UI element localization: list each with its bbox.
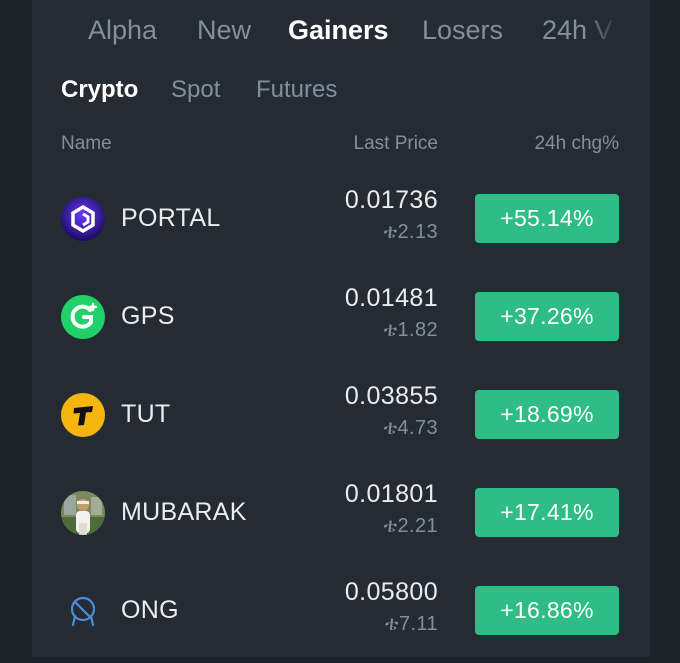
fiat-price: ቴ4.73 <box>383 417 438 439</box>
column-header-last-price[interactable]: Last Price <box>354 132 438 156</box>
portal-logo-icon <box>61 197 105 241</box>
change-badge[interactable]: +37.26% <box>475 292 619 341</box>
coin-symbol: MUBARAK <box>121 498 247 526</box>
market-row-tut[interactable]: TUT 0.03855 ቴ4.73 +18.69% <box>32 371 650 467</box>
tab-alpha[interactable]: Alpha <box>88 12 157 48</box>
tab-gainers[interactable]: Gainers <box>288 12 389 48</box>
market-row-portal[interactable]: PORTAL 0.01736 ቴ2.13 +55.14% <box>32 175 650 271</box>
column-header-name[interactable]: Name <box>61 132 112 156</box>
market-row-ong[interactable]: ONG 0.05800 ቴ7.11 +16.86% <box>32 567 650 663</box>
subtab-futures[interactable]: Futures <box>256 74 337 106</box>
mubarak-avatar-icon <box>61 491 105 535</box>
change-badge[interactable]: +17.41% <box>475 488 619 537</box>
top-tab-bar: Alpha New Gainers Losers 24h V <box>88 12 618 48</box>
market-row-gps[interactable]: GPS 0.01481 ቴ1.82 +37.26% <box>32 273 650 369</box>
column-header-change[interactable]: 24h chg% <box>534 132 619 156</box>
subtab-spot[interactable]: Spot <box>171 74 220 106</box>
fiat-price: ቴ1.82 <box>383 319 438 341</box>
last-price: 0.01736 <box>344 186 438 214</box>
gps-logo-icon <box>61 295 105 339</box>
fiat-price: ቴ2.21 <box>383 515 438 537</box>
change-badge[interactable]: +18.69% <box>475 390 619 439</box>
market-row-mubarak[interactable]: MUBARAK 0.01801 ቴ2.21 +17.41% <box>32 469 650 565</box>
last-price: 0.01801 <box>344 480 438 508</box>
tab-new[interactable]: New <box>197 12 251 48</box>
coin-symbol: ONG <box>121 596 179 624</box>
ong-logo-icon <box>61 589 105 633</box>
subtab-crypto[interactable]: Crypto <box>61 74 138 106</box>
coin-symbol: PORTAL <box>121 204 221 232</box>
last-price: 0.05800 <box>344 578 438 606</box>
fiat-price: ቴ2.13 <box>383 221 438 243</box>
last-price: 0.01481 <box>344 284 438 312</box>
change-badge[interactable]: +55.14% <box>475 194 619 243</box>
last-price: 0.03855 <box>344 382 438 410</box>
coin-symbol: TUT <box>121 400 171 428</box>
fiat-price: ቴ7.11 <box>385 613 438 635</box>
tab-losers[interactable]: Losers <box>422 12 503 48</box>
change-badge[interactable]: +16.86% <box>475 586 619 635</box>
tut-logo-icon <box>61 393 105 437</box>
coin-symbol: GPS <box>121 302 175 330</box>
tab-fade <box>585 12 625 48</box>
